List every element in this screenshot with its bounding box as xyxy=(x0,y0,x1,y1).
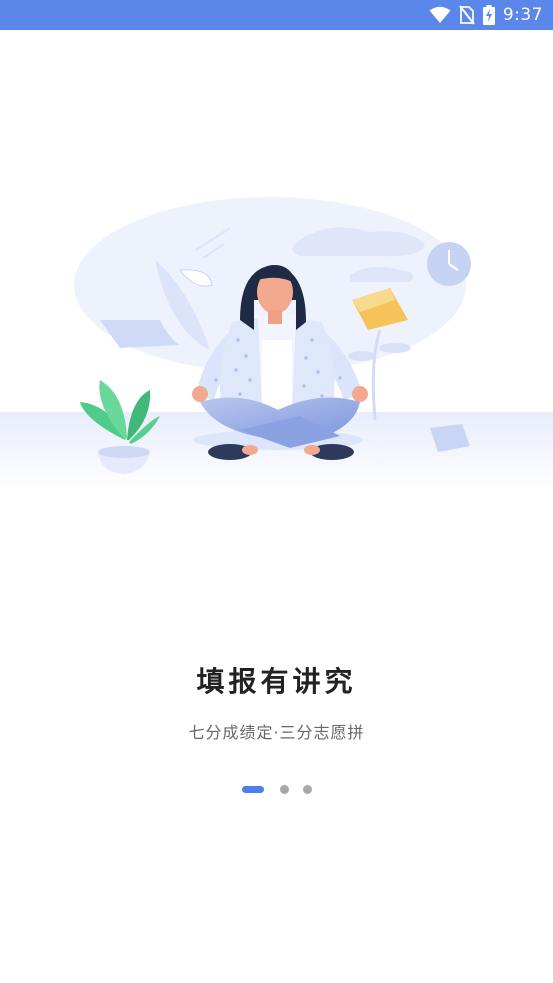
status-bar: 9:37 xyxy=(0,0,553,30)
onboarding-subtitle: 七分成绩定·三分志愿拼 xyxy=(188,723,365,742)
page-dot-1-active[interactable] xyxy=(241,785,264,793)
status-time: 9:37 xyxy=(502,5,543,25)
onboarding-screen[interactable]: 9:37 填报有讲究 七分成绩定·三分志愿拼 xyxy=(0,0,553,983)
battery-charging-icon xyxy=(482,5,495,25)
onboarding-title: 填报有讲究 xyxy=(196,665,357,698)
no-sim-icon xyxy=(459,5,475,25)
page-dot-3[interactable] xyxy=(302,784,312,794)
page-indicator xyxy=(0,784,553,794)
page-dot-2[interactable] xyxy=(279,784,289,794)
wifi-icon xyxy=(429,6,451,24)
meditating-woman-icon xyxy=(0,197,553,492)
status-icons: 9:37 xyxy=(429,0,543,30)
